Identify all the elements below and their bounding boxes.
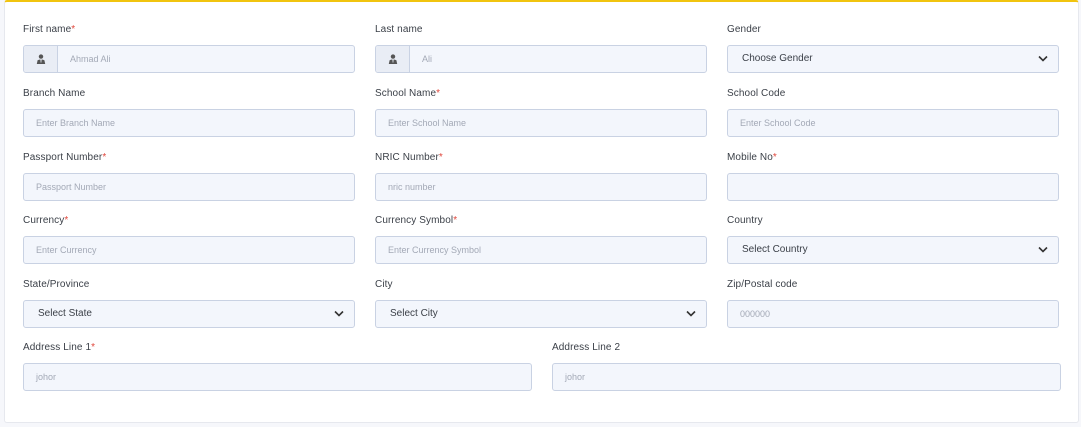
first-name-label-text: First name xyxy=(23,24,72,35)
address-line-1-field: Address Line 1* johor xyxy=(23,342,532,391)
form-row-3: Passport Number* Passport Number NRIC Nu… xyxy=(23,152,1060,201)
address-line-1-label-text: Address Line 1 xyxy=(23,342,92,353)
state-select[interactable]: Select State xyxy=(23,300,355,328)
school-code-field: School Code Enter School Code xyxy=(727,88,1059,137)
school-name-label: School Name* xyxy=(375,88,707,100)
currency-label-text: Currency xyxy=(23,215,65,226)
profile-form-card: First name* Ahmad Ali Last name Ali Gend… xyxy=(4,0,1079,423)
last-name-value: Ali xyxy=(422,54,433,64)
country-selected: Select Country xyxy=(742,244,808,255)
currency-field: Currency* Enter Currency xyxy=(23,215,355,264)
gender-select[interactable]: Choose Gender xyxy=(727,45,1059,73)
passport-number-label-text: Passport Number xyxy=(23,152,103,163)
form-row-1: First name* Ahmad Ali Last name Ali Gend… xyxy=(23,24,1060,73)
school-code-label: School Code xyxy=(727,88,786,99)
branch-name-input[interactable]: Enter Branch Name xyxy=(23,109,355,137)
zip-label: Zip/Postal code xyxy=(727,279,798,290)
chevron-down-icon xyxy=(686,310,696,317)
required-marker: * xyxy=(436,88,441,99)
country-label: Country xyxy=(727,215,763,226)
chevron-down-icon xyxy=(334,310,344,317)
required-marker: * xyxy=(64,215,69,226)
city-selected: Select City xyxy=(390,308,438,319)
city-label: City xyxy=(375,279,393,290)
address-line-2-label: Address Line 2 xyxy=(552,342,621,353)
state-label: State/Province xyxy=(23,279,90,290)
required-marker: * xyxy=(772,152,777,163)
gender-label: Gender xyxy=(727,24,761,35)
passport-number-field: Passport Number* Passport Number xyxy=(23,152,355,201)
state-selected: Select State xyxy=(38,308,92,319)
required-marker: * xyxy=(91,342,96,353)
last-name-field: Last name Ali xyxy=(375,24,707,73)
city-field: City Select City xyxy=(375,279,707,328)
mobile-no-input[interactable] xyxy=(727,173,1059,201)
first-name-value: Ahmad Ali xyxy=(70,54,111,64)
chevron-down-icon xyxy=(1038,55,1048,62)
school-name-label-text: School Name xyxy=(375,88,437,99)
address-line-1-label: Address Line 1* xyxy=(23,342,532,354)
last-name-input[interactable]: Ali xyxy=(375,45,707,73)
form-row-4: Currency* Enter Currency Currency Symbol… xyxy=(23,215,1060,264)
currency-symbol-input[interactable]: Enter Currency Symbol xyxy=(375,236,707,264)
city-select[interactable]: Select City xyxy=(375,300,707,328)
school-name-input[interactable]: Enter School Name xyxy=(375,109,707,137)
address-line-2-field: Address Line 2 johor xyxy=(552,342,1061,391)
currency-symbol-field: Currency Symbol* Enter Currency Symbol xyxy=(375,215,707,264)
zip-field: Zip/Postal code 000000 xyxy=(727,279,1059,328)
state-field: State/Province Select State xyxy=(23,279,355,328)
nric-number-label-text: NRIC Number xyxy=(375,152,439,163)
passport-number-input[interactable]: Passport Number xyxy=(23,173,355,201)
form-row-5: State/Province Select State City Select … xyxy=(23,279,1060,328)
first-name-field: First name* Ahmad Ali xyxy=(23,24,355,73)
mobile-no-field: Mobile No* xyxy=(727,152,1059,201)
first-name-label: First name* xyxy=(23,24,355,36)
nric-number-label: NRIC Number* xyxy=(375,152,707,164)
nric-number-input[interactable]: nric number xyxy=(375,173,707,201)
mobile-no-label: Mobile No* xyxy=(727,152,1059,164)
branch-name-field: Branch Name Enter Branch Name xyxy=(23,88,355,137)
country-field: Country Select Country xyxy=(727,215,1059,264)
chevron-down-icon xyxy=(1038,246,1048,253)
user-tie-icon xyxy=(376,46,410,72)
currency-symbol-label: Currency Symbol* xyxy=(375,215,707,227)
user-tie-icon xyxy=(24,46,58,72)
form-row-2: Branch Name Enter Branch Name School Nam… xyxy=(23,88,1060,137)
first-name-input[interactable]: Ahmad Ali xyxy=(23,45,355,73)
school-name-field: School Name* Enter School Name xyxy=(375,88,707,137)
address-line-1-input[interactable]: johor xyxy=(23,363,532,391)
currency-input[interactable]: Enter Currency xyxy=(23,236,355,264)
mobile-no-label-text: Mobile No xyxy=(727,152,773,163)
branch-name-label: Branch Name xyxy=(23,88,86,99)
zip-input[interactable]: 000000 xyxy=(727,300,1059,328)
currency-label: Currency* xyxy=(23,215,355,227)
gender-selected: Choose Gender xyxy=(742,53,813,64)
required-marker: * xyxy=(438,152,443,163)
country-select[interactable]: Select Country xyxy=(727,236,1059,264)
nric-number-field: NRIC Number* nric number xyxy=(375,152,707,201)
gender-field: Gender Choose Gender xyxy=(727,24,1059,73)
school-code-input[interactable]: Enter School Code xyxy=(727,109,1059,137)
required-marker: * xyxy=(453,215,458,226)
currency-symbol-label-text: Currency Symbol xyxy=(375,215,454,226)
address-line-2-input[interactable]: johor xyxy=(552,363,1061,391)
last-name-label: Last name xyxy=(375,24,423,35)
required-marker: * xyxy=(71,24,76,35)
required-marker: * xyxy=(102,152,107,163)
form-row-6: Address Line 1* johor Address Line 2 joh… xyxy=(23,342,1061,391)
passport-number-label: Passport Number* xyxy=(23,152,355,164)
